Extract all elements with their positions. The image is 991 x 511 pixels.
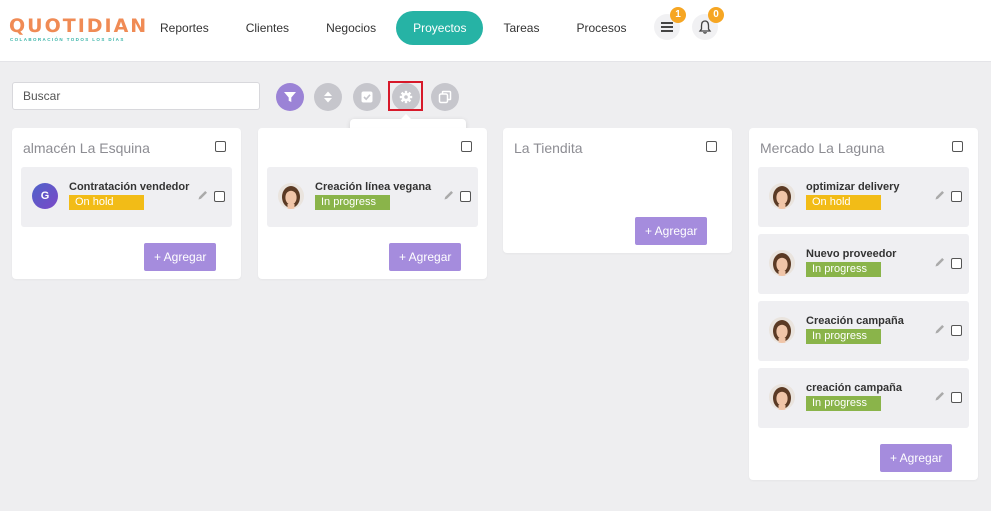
column-checkbox[interactable] bbox=[215, 141, 226, 152]
sort-icon bbox=[324, 91, 332, 103]
project-card[interactable]: creación campaña In progress bbox=[758, 368, 969, 428]
list-badge: 1 bbox=[670, 7, 686, 23]
notifications-button[interactable]: 0 bbox=[692, 7, 724, 40]
brand-tagline: COLABORACIÓN TODOS LOS DÍAS bbox=[10, 37, 125, 42]
status-badge: In progress bbox=[806, 396, 881, 411]
edit-icon[interactable] bbox=[934, 390, 946, 402]
brand-logo[interactable]: QUOTIDIAN COLABORACIÓN TODOS LOS DÍAS bbox=[9, 15, 146, 45]
project-card[interactable]: Nuevo proveedor In progress bbox=[758, 234, 969, 294]
nav-proyectos[interactable]: Proyectos bbox=[396, 11, 484, 45]
column-title: almacén La Esquina bbox=[23, 140, 150, 156]
card-title: Contratación vendedor bbox=[69, 181, 190, 193]
project-column: almacén La Esquina G Contratación vended… bbox=[12, 128, 241, 279]
column-checkbox[interactable] bbox=[461, 141, 472, 152]
top-navbar: QUOTIDIAN COLABORACIÓN TODOS LOS DÍAS Re… bbox=[0, 0, 991, 62]
user-photo-icon bbox=[769, 183, 795, 209]
add-card-button[interactable]: + Agregar bbox=[389, 243, 462, 271]
card-title: Creación campaña bbox=[806, 315, 904, 327]
column-checkbox[interactable] bbox=[706, 141, 717, 152]
card-checkbox[interactable] bbox=[951, 325, 962, 336]
project-card[interactable]: Creación campaña In progress bbox=[758, 301, 969, 361]
column-checkbox[interactable] bbox=[952, 141, 963, 152]
main-nav: Reportes Clientes Negocios Proyectos Tar… bbox=[143, 11, 647, 45]
user-photo-icon bbox=[769, 317, 795, 343]
brand-name: QUOTIDIAN bbox=[9, 15, 149, 37]
card-checkbox[interactable] bbox=[460, 191, 471, 202]
avatar bbox=[769, 317, 795, 343]
status-badge: In progress bbox=[806, 262, 881, 277]
user-photo-icon bbox=[769, 384, 795, 410]
nav-procesos[interactable]: Procesos bbox=[559, 11, 643, 45]
avatar: G bbox=[32, 183, 58, 209]
card-title: optimizar delivery bbox=[806, 181, 900, 193]
column-title: Mercado La Laguna bbox=[760, 140, 885, 156]
edit-icon[interactable] bbox=[934, 256, 946, 268]
project-card[interactable]: Creación línea vegana In progress bbox=[267, 167, 478, 227]
project-card[interactable]: optimizar delivery On hold bbox=[758, 167, 969, 227]
project-column: Mercado La Laguna optimizar delivery On … bbox=[749, 128, 978, 480]
card-title: Nuevo proveedor bbox=[806, 248, 897, 260]
search-input[interactable] bbox=[12, 82, 260, 110]
add-card-button[interactable]: + Agregar bbox=[635, 217, 708, 245]
list-button[interactable]: 1 bbox=[654, 7, 686, 40]
edit-icon[interactable] bbox=[443, 189, 455, 201]
avatar bbox=[769, 384, 795, 410]
edit-icon[interactable] bbox=[934, 323, 946, 335]
duplicate-button[interactable] bbox=[431, 83, 459, 111]
copy-icon bbox=[438, 90, 452, 104]
card-title: Creación línea vegana bbox=[315, 181, 432, 193]
gear-icon bbox=[399, 90, 413, 104]
notifications-badge: 0 bbox=[708, 7, 724, 23]
filter-button[interactable] bbox=[276, 83, 304, 111]
status-badge: In progress bbox=[315, 195, 390, 210]
nav-negocios[interactable]: Negocios bbox=[309, 11, 393, 45]
card-checkbox[interactable] bbox=[214, 191, 225, 202]
select-button[interactable] bbox=[353, 83, 381, 111]
nav-clientes[interactable]: Clientes bbox=[229, 11, 306, 45]
project-card[interactable]: G Contratación vendedor On hold bbox=[21, 167, 232, 227]
edit-icon[interactable] bbox=[197, 189, 209, 201]
add-card-button[interactable]: + Agregar bbox=[144, 243, 217, 271]
settings-button[interactable] bbox=[392, 83, 420, 111]
nav-reportes[interactable]: Reportes bbox=[143, 11, 226, 45]
card-checkbox[interactable] bbox=[951, 191, 962, 202]
user-photo-icon bbox=[769, 250, 795, 276]
status-badge: On hold bbox=[806, 195, 881, 210]
column-title: La Tiendita bbox=[514, 140, 583, 156]
status-badge: In progress bbox=[806, 329, 881, 344]
avatar bbox=[769, 250, 795, 276]
nav-tareas[interactable]: Tareas bbox=[486, 11, 556, 45]
check-square-icon bbox=[361, 91, 373, 103]
avatar bbox=[769, 183, 795, 209]
avatar bbox=[278, 183, 304, 209]
edit-icon[interactable] bbox=[934, 189, 946, 201]
user-photo-icon bbox=[278, 183, 304, 209]
sort-button[interactable] bbox=[314, 83, 342, 111]
card-checkbox[interactable] bbox=[951, 392, 962, 403]
project-column: Creación línea vegana In progress + Agre… bbox=[258, 128, 487, 279]
card-checkbox[interactable] bbox=[951, 258, 962, 269]
card-title: creación campaña bbox=[806, 382, 902, 394]
project-column: La Tiendita + Agregar bbox=[503, 128, 732, 253]
filter-icon bbox=[284, 92, 296, 102]
status-badge: On hold bbox=[69, 195, 144, 210]
add-card-button[interactable]: + Agregar bbox=[880, 444, 953, 472]
